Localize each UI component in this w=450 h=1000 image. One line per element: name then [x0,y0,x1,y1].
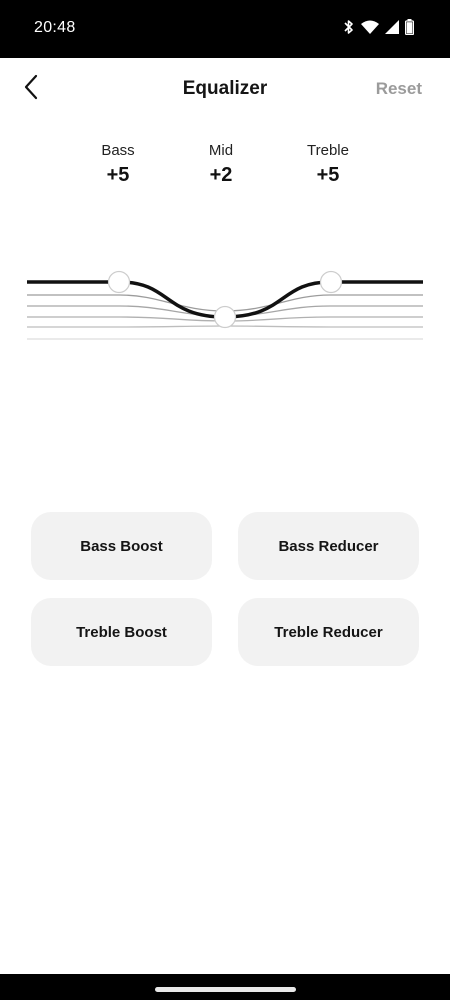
eq-curve-graph[interactable] [0,240,450,360]
band-label: Treble [307,142,349,159]
band-value: +5 [106,164,130,186]
band-bass: Bass +5 [68,142,168,187]
band-mid: Mid +2 [171,142,271,187]
band-value: +5 [316,164,340,186]
band-label: Bass [101,142,135,159]
treble-reducer-button[interactable]: Treble Reducer [238,598,419,666]
app-bar: Equalizer Reset [0,58,450,120]
band-label: Mid [208,142,234,159]
band-treble: Treble +5 [278,142,378,187]
status-icons [343,19,414,35]
bass-reducer-button[interactable]: Bass Reducer [238,512,419,580]
status-bar: 20:48 [0,0,450,58]
band-value: +2 [209,164,233,186]
treble-slider-handle[interactable] [319,270,343,294]
bass-slider-handle[interactable] [107,270,131,294]
bass-boost-button[interactable]: Bass Boost [31,512,212,580]
wifi-icon [361,20,379,34]
reset-button[interactable]: Reset [376,79,422,99]
battery-icon [405,19,414,35]
mid-slider-handle[interactable] [213,305,237,329]
bluetooth-icon [343,19,355,35]
navigation-bar [0,974,450,1000]
treble-boost-button[interactable]: Treble Boost [31,598,212,666]
signal-icon [385,20,399,34]
status-time: 20:48 [34,19,76,36]
home-indicator[interactable] [155,987,296,992]
